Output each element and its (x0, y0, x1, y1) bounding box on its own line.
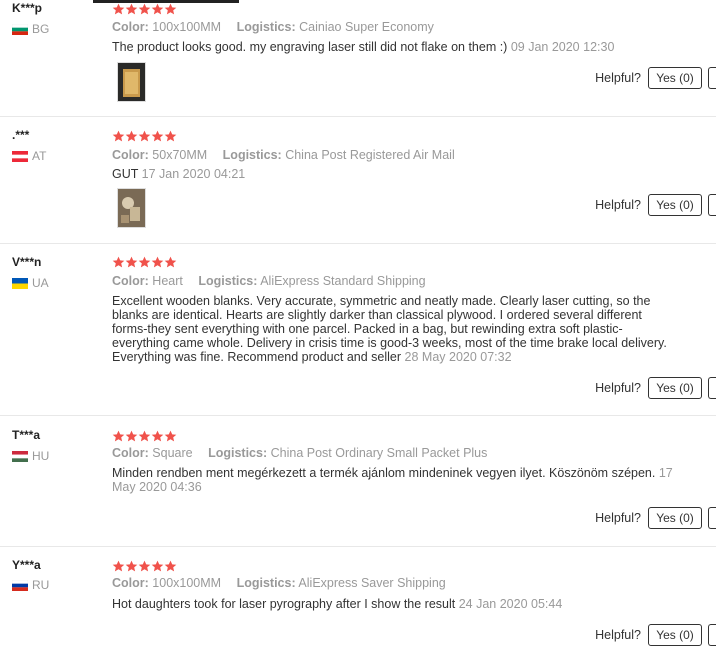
review-text: Excellent wooden blanks. Very accurate, … (112, 294, 667, 364)
austria-flag (12, 150, 28, 162)
review-photo[interactable] (117, 62, 146, 102)
helpful-no-button[interactable] (708, 507, 716, 529)
helpful-yes-button[interactable]: Yes (0) (648, 67, 702, 89)
rating-stars (112, 3, 177, 15)
review-attributes: Color: 100x100MM Logistics: AliExpress S… (112, 576, 446, 590)
star-icon (164, 560, 177, 572)
star-icon (151, 130, 164, 142)
helpful-row: Helpful? Yes (0) (595, 194, 716, 216)
helpful-row: Helpful? Yes (0) (595, 507, 716, 529)
star-icon (164, 430, 177, 442)
russia-flag (12, 579, 28, 591)
review-item: Y***a RU Color: 100x100MM Logistics: Ali… (0, 547, 716, 659)
reviewer-name: T***a (12, 428, 41, 442)
reviewer-country: UA (12, 276, 49, 290)
star-icon (112, 256, 125, 268)
star-icon (112, 130, 125, 142)
star-icon (138, 560, 151, 572)
rating-stars (112, 256, 177, 268)
star-icon (138, 3, 151, 15)
star-icon (151, 256, 164, 268)
star-icon (112, 430, 125, 442)
reviewer-country: HU (12, 449, 49, 463)
helpful-no-button[interactable] (708, 194, 716, 216)
star-icon (125, 3, 138, 15)
star-icon (164, 256, 177, 268)
star-icon (112, 3, 125, 15)
review-item: T***a HU Color: Square Logistics: China … (0, 416, 716, 547)
review-attributes: Color: 100x100MM Logistics: Cainiao Supe… (112, 20, 434, 34)
star-icon (138, 130, 151, 142)
rating-stars (112, 560, 177, 572)
reviewer-name: Y***a (12, 558, 41, 572)
helpful-no-button[interactable] (708, 624, 716, 646)
review-date: 17 Jan 2020 04:21 (141, 167, 246, 181)
reviewer-name: V***n (12, 255, 42, 269)
hungary-flag (12, 450, 28, 462)
helpful-yes-button[interactable]: Yes (0) (648, 194, 702, 216)
reviewer-country: AT (12, 149, 46, 163)
helpful-yes-button[interactable]: Yes (0) (648, 377, 702, 399)
review-item: .*** AT Color: 50x70MM Logistics: China … (0, 117, 716, 244)
star-icon (125, 560, 138, 572)
star-icon (112, 560, 125, 572)
helpful-row: Helpful? Yes (0) (595, 377, 716, 399)
helpful-row: Helpful? Yes (0) (595, 67, 716, 89)
rating-stars (112, 130, 177, 142)
review-attributes: Color: Heart Logistics: AliExpress Stand… (112, 274, 426, 288)
reviewer-country: RU (12, 578, 49, 592)
review-text: GUT 17 Jan 2020 04:21 (112, 167, 246, 181)
review-item: V***n UA Color: Heart Logistics: AliExpr… (0, 244, 716, 416)
star-icon (138, 256, 151, 268)
helpful-yes-button[interactable]: Yes (0) (648, 507, 702, 529)
review-date: 09 Jan 2020 12:30 (510, 40, 615, 54)
review-text: Hot daughters took for laser pyrography … (112, 597, 563, 611)
star-icon (164, 3, 177, 15)
review-date: 24 Jan 2020 05:44 (458, 597, 563, 611)
star-icon (138, 430, 151, 442)
rating-stars (112, 430, 177, 442)
review-text: Minden rendben ment megérkezett a termék… (112, 466, 673, 494)
review-item: K***p BG Color: 100x100MM Logistics: Cai… (0, 0, 716, 117)
star-icon (125, 430, 138, 442)
review-attributes: Color: 50x70MM Logistics: China Post Reg… (112, 148, 455, 162)
star-icon (151, 3, 164, 15)
star-icon (125, 256, 138, 268)
review-date: 28 May 2020 07:32 (404, 350, 512, 364)
star-icon (151, 430, 164, 442)
star-icon (164, 130, 177, 142)
helpful-row: Helpful? Yes (0) (595, 624, 716, 646)
helpful-no-button[interactable] (708, 67, 716, 89)
star-icon (151, 560, 164, 572)
ukraine-flag (12, 277, 28, 289)
bulgaria-flag (12, 23, 28, 35)
star-icon (125, 130, 138, 142)
helpful-no-button[interactable] (708, 377, 716, 399)
reviewer-name: .*** (12, 128, 30, 142)
reviewer-name: K***p (12, 1, 43, 15)
reviewer-country: BG (12, 22, 49, 36)
review-text: The product looks good. my engraving las… (112, 40, 615, 54)
review-photo[interactable] (117, 188, 146, 228)
helpful-yes-button[interactable]: Yes (0) (648, 624, 702, 646)
review-attributes: Color: Square Logistics: China Post Ordi… (112, 446, 488, 460)
